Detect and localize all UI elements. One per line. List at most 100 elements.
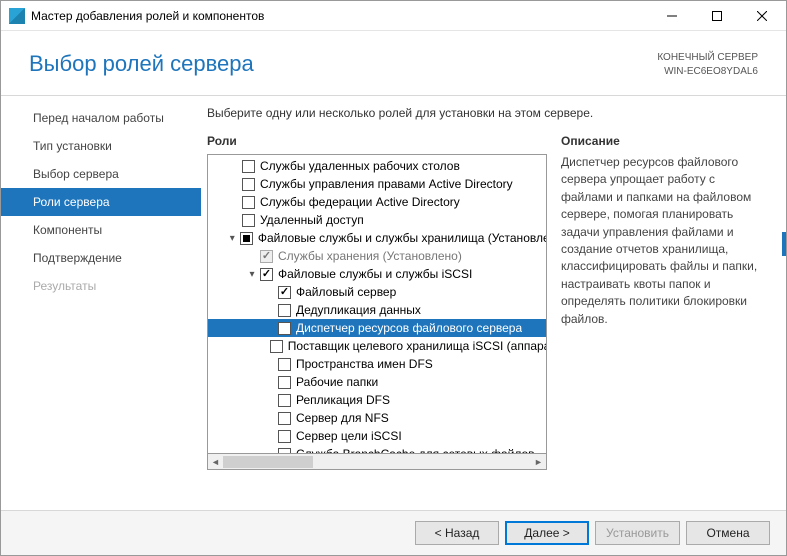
checkbox[interactable] — [240, 232, 253, 245]
next-button[interactable]: Далее > — [505, 521, 589, 545]
description-text: Диспетчер ресурсов файлового сервера упр… — [561, 154, 766, 328]
tree-item-label: Репликация DFS — [296, 393, 390, 407]
checkbox[interactable] — [278, 376, 291, 389]
sidebar-item-2[interactable]: Выбор сервера — [1, 160, 201, 188]
instruction-text: Выберите одну или несколько ролей для ус… — [207, 106, 766, 120]
target-label: КОНЕЧНЫЙ СЕРВЕР — [657, 51, 758, 65]
footer: < Назад Далее > Установить Отмена — [1, 510, 786, 555]
close-button[interactable] — [739, 2, 784, 30]
page-title: Выбор ролей сервера — [29, 51, 254, 77]
expander-placeholder — [264, 412, 276, 424]
expander-placeholder — [264, 394, 276, 406]
tree-item-label: Дедупликация данных — [296, 303, 421, 317]
header: Выбор ролей сервера КОНЕЧНЫЙ СЕРВЕР WIN-… — [1, 31, 786, 96]
tree-row[interactable]: Сервер для NFS — [208, 409, 546, 427]
tree-row[interactable]: Дедупликация данных — [208, 301, 546, 319]
back-button[interactable]: < Назад — [415, 521, 499, 545]
expander-open-icon[interactable]: ▾ — [227, 232, 238, 244]
tree-item-label: Пространства имен DFS — [296, 357, 433, 371]
tree-item-label: Диспетчер ресурсов файлового сервера — [296, 321, 522, 335]
tree-row[interactable]: Службы федерации Active Directory — [208, 193, 546, 211]
tree-row[interactable]: Службы удаленных рабочих столов — [208, 157, 546, 175]
tree-item-label: Служба BranchCache для сетевых файлов — [296, 447, 535, 454]
checkbox[interactable] — [242, 160, 255, 173]
expander-placeholder — [257, 340, 268, 352]
window-title: Мастер добавления ролей и компонентов — [31, 9, 649, 23]
tree-row[interactable]: ▾ Файловые службы и службы хранилища (Уст… — [208, 229, 546, 247]
sidebar-item-4[interactable]: Компоненты — [1, 216, 201, 244]
wizard-sidebar: Перед началом работыТип установкиВыбор с… — [1, 96, 201, 510]
checkbox[interactable] — [278, 286, 291, 299]
target-value: WIN-EC6EO8YDAL6 — [657, 65, 758, 79]
tree-row[interactable]: Поставщик целевого хранилища iSCSI (аппа… — [208, 337, 546, 355]
scroll-right-icon[interactable]: ► — [531, 454, 546, 470]
tree-row[interactable]: Служба BranchCache для сетевых файлов — [208, 445, 546, 454]
tree-row[interactable]: Файловый сервер — [208, 283, 546, 301]
checkbox[interactable] — [278, 412, 291, 425]
tree-item-label: Файловый сервер — [296, 285, 396, 299]
checkbox[interactable] — [242, 178, 255, 191]
sidebar-item-1[interactable]: Тип установки — [1, 132, 201, 160]
tree-item-label: Удаленный доступ — [260, 213, 364, 227]
install-button[interactable]: Установить — [595, 521, 680, 545]
roles-label: Роли — [207, 134, 547, 148]
tree-item-label: Сервер цели iSCSI — [296, 429, 402, 443]
target-server-box: КОНЕЧНЫЙ СЕРВЕР WIN-EC6EO8YDAL6 — [657, 51, 758, 79]
checkbox[interactable] — [242, 214, 255, 227]
scroll-left-icon[interactable]: ◄ — [208, 454, 223, 470]
checkbox[interactable] — [242, 196, 255, 209]
roles-tree[interactable]: Службы удаленных рабочих столов Службы уп… — [207, 154, 547, 454]
tree-row[interactable]: Службы хранения (Установлено) — [208, 247, 546, 265]
checkbox[interactable] — [278, 430, 291, 443]
checkbox[interactable] — [278, 394, 291, 407]
tree-row[interactable]: Рабочие папки — [208, 373, 546, 391]
tree-item-label: Файловые службы и службы хранилища (Уста… — [258, 231, 546, 245]
checkbox[interactable] — [278, 304, 291, 317]
expander-placeholder — [264, 358, 276, 370]
checkbox[interactable] — [260, 268, 273, 281]
app-icon — [9, 8, 25, 24]
expander-placeholder — [264, 376, 276, 388]
checkbox — [260, 250, 273, 263]
scroll-thumb[interactable] — [223, 456, 313, 468]
tree-row[interactable]: Сервер цели iSCSI — [208, 427, 546, 445]
tree-row[interactable]: Пространства имен DFS — [208, 355, 546, 373]
tree-item-label: Службы управления правами Active Directo… — [260, 177, 513, 191]
checkbox[interactable] — [278, 358, 291, 371]
titlebar: Мастер добавления ролей и компонентов — [1, 1, 786, 31]
minimize-button[interactable] — [649, 2, 694, 30]
tree-item-label: Сервер для NFS — [296, 411, 389, 425]
tree-item-label: Файловые службы и службы iSCSI — [278, 267, 472, 281]
accent-strip — [782, 232, 786, 256]
wizard-window: Мастер добавления ролей и компонентов Вы… — [0, 0, 787, 556]
expander-open-icon[interactable]: ▾ — [246, 268, 258, 280]
sidebar-item-6: Результаты — [1, 272, 201, 300]
expander-placeholder — [228, 196, 240, 208]
tree-row[interactable]: ▾ Файловые службы и службы iSCSI — [208, 265, 546, 283]
expander-placeholder — [264, 322, 276, 334]
tree-row[interactable]: Репликация DFS — [208, 391, 546, 409]
horizontal-scrollbar[interactable]: ◄ ► — [207, 454, 547, 470]
expander-placeholder — [264, 286, 276, 298]
sidebar-item-3[interactable]: Роли сервера — [1, 188, 201, 216]
maximize-button[interactable] — [694, 2, 739, 30]
sidebar-item-5[interactable]: Подтверждение — [1, 244, 201, 272]
tree-item-label: Службы федерации Active Directory — [260, 195, 460, 209]
tree-row[interactable]: Службы управления правами Active Directo… — [208, 175, 546, 193]
description-label: Описание — [561, 134, 766, 148]
cancel-button[interactable]: Отмена — [686, 521, 770, 545]
tree-row[interactable]: Диспетчер ресурсов файлового сервера — [208, 319, 546, 337]
tree-row[interactable]: Удаленный доступ — [208, 211, 546, 229]
expander-placeholder — [228, 160, 240, 172]
tree-item-label: Рабочие папки — [296, 375, 378, 389]
expander-placeholder — [246, 250, 258, 262]
checkbox[interactable] — [278, 322, 291, 335]
checkbox[interactable] — [270, 340, 283, 353]
expander-placeholder — [264, 430, 276, 442]
tree-item-label: Службы удаленных рабочих столов — [260, 159, 460, 173]
tree-item-label: Поставщик целевого хранилища iSCSI (аппа… — [288, 339, 546, 353]
sidebar-item-0[interactable]: Перед началом работы — [1, 104, 201, 132]
expander-placeholder — [264, 304, 276, 316]
tree-item-label: Службы хранения (Установлено) — [278, 249, 462, 263]
expander-placeholder — [228, 178, 240, 190]
